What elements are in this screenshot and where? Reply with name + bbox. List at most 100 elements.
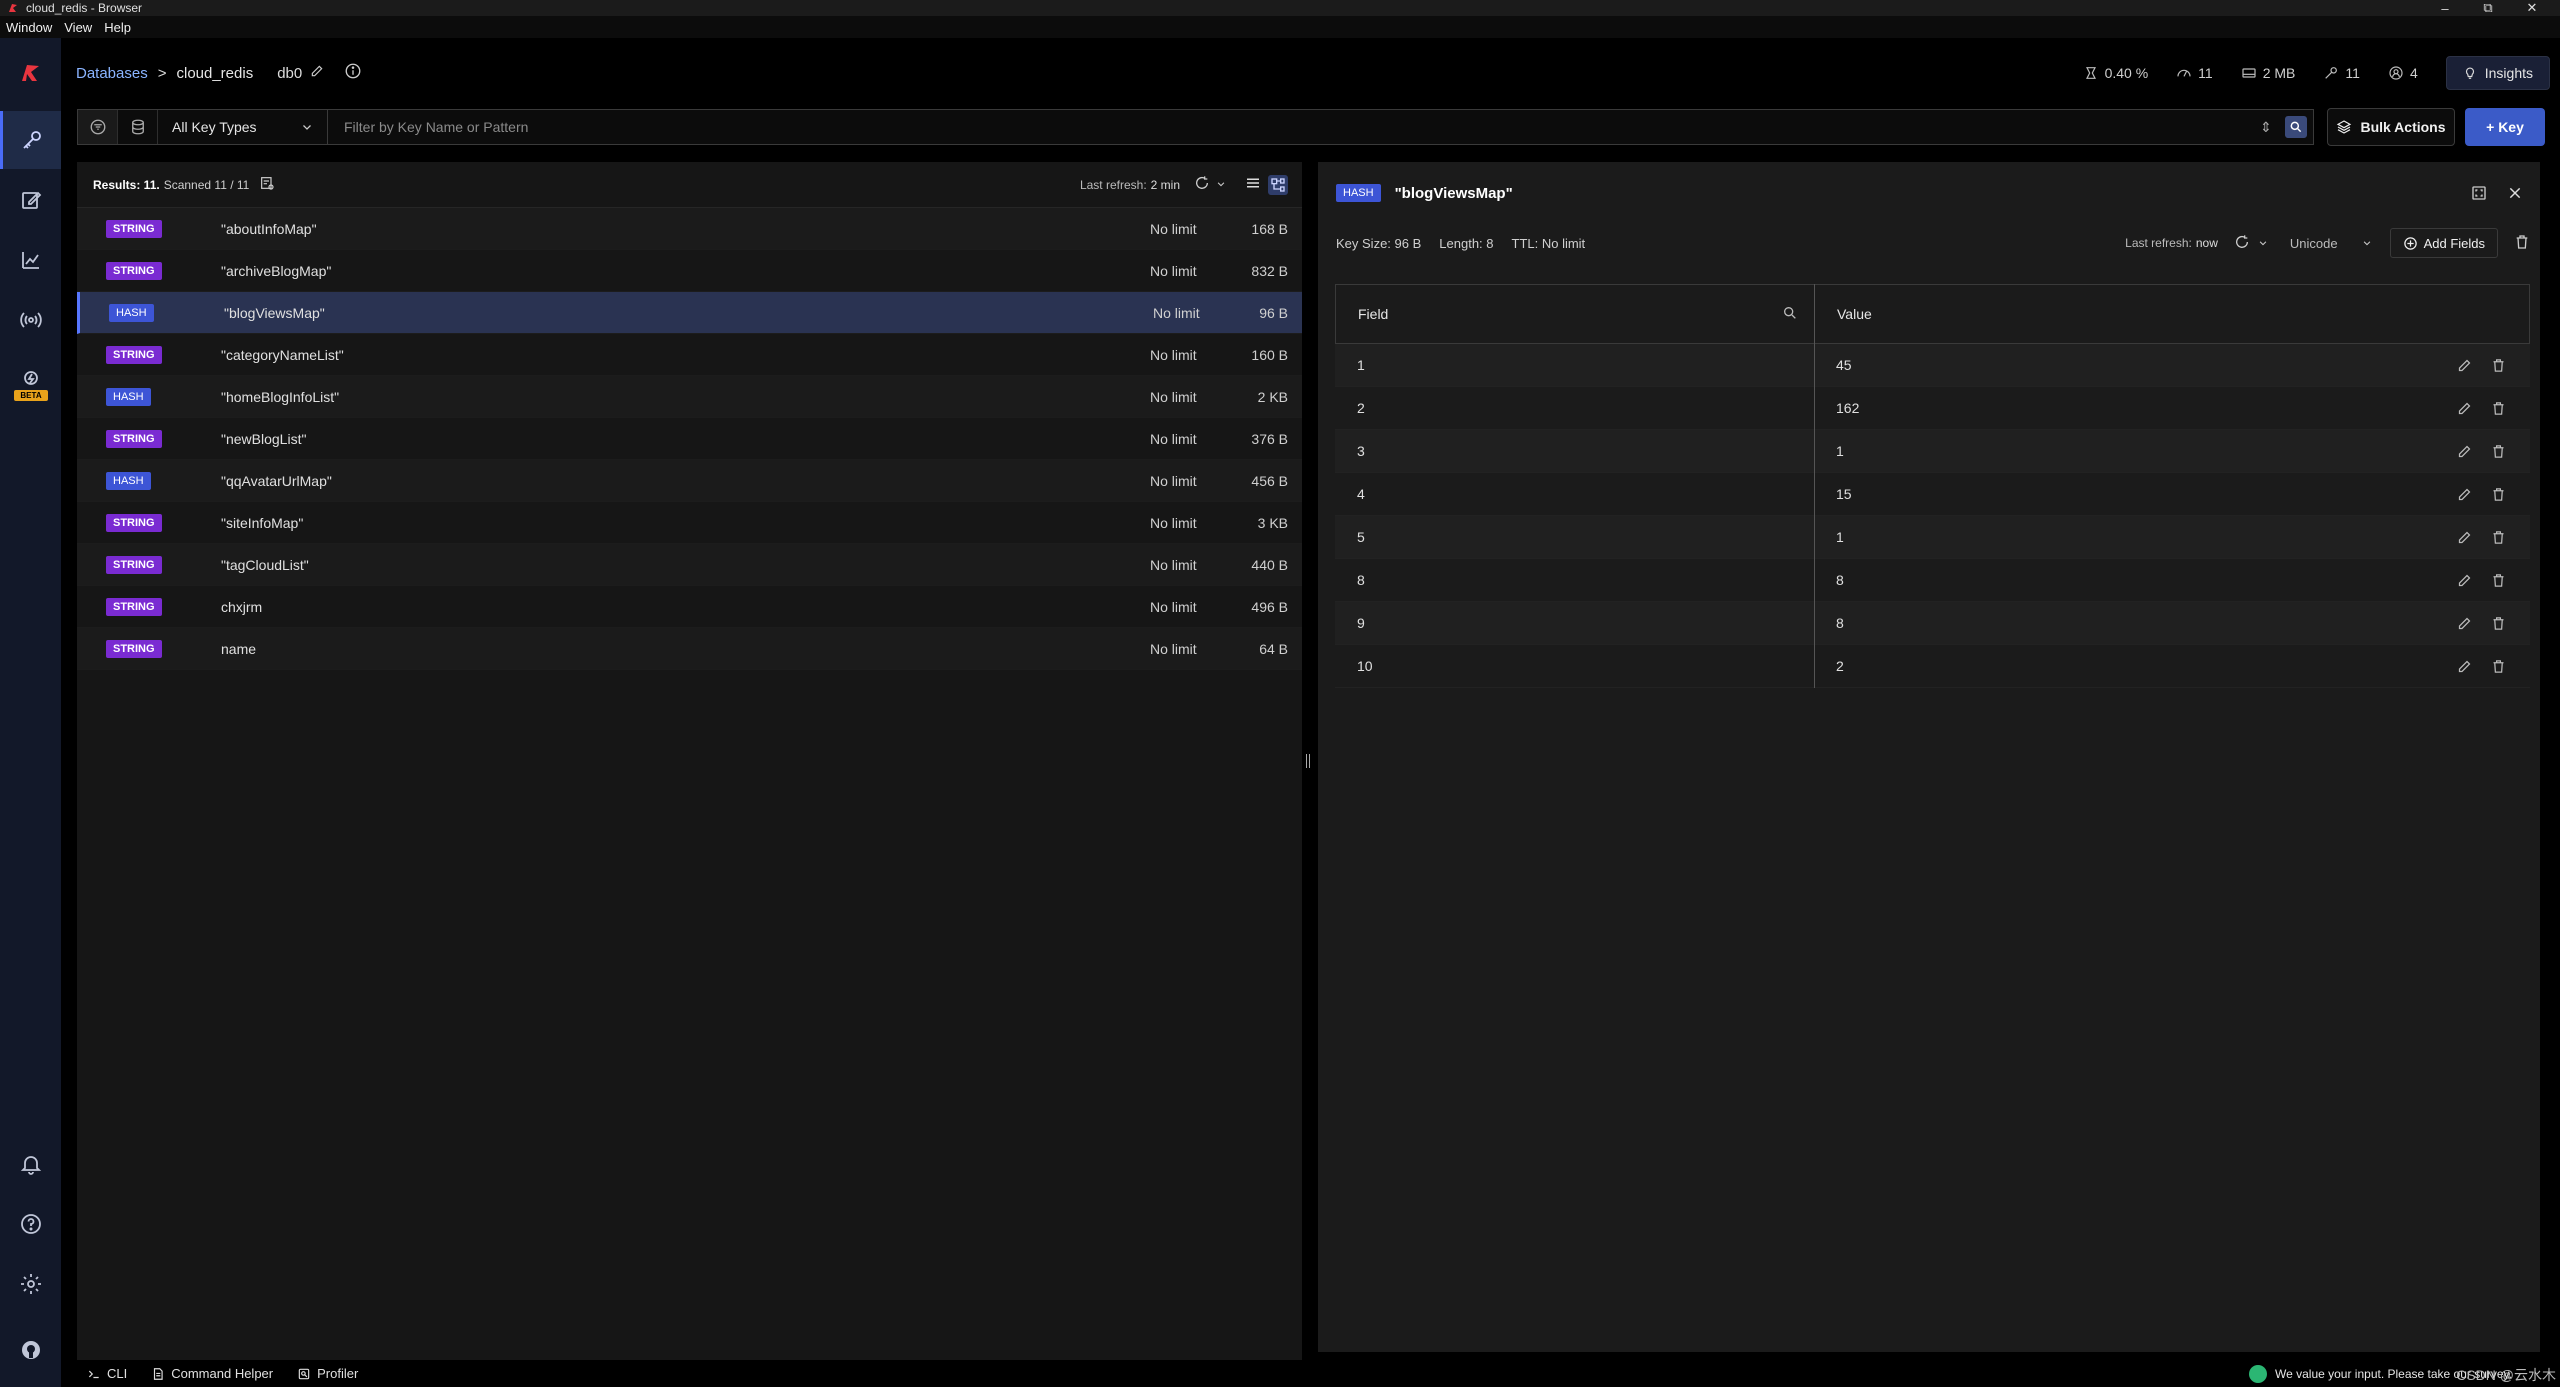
edit-field-pencil-icon[interactable] [2455,485,2473,503]
delete-field-trash-icon[interactable] [2489,399,2507,417]
key-row[interactable]: STRING "aboutInfoMap" No limit 168 B [77,208,1302,250]
column-divider[interactable] [1814,284,1815,688]
detail-last-refresh-value: now [2195,236,2218,250]
menu-help[interactable]: Help [98,20,137,35]
key-row[interactable]: STRING "archiveBlogMap" No limit 832 B [77,250,1302,292]
database-select-button[interactable] [118,110,158,144]
cpu-icon [2085,67,2096,79]
delete-field-trash-icon[interactable] [2489,485,2507,503]
cli-button[interactable]: CLI [87,1366,127,1381]
hash-field: 3 [1357,443,1365,459]
edit-field-pencil-icon[interactable] [2455,657,2473,675]
redis-logo-icon[interactable] [0,38,61,108]
delete-field-trash-icon[interactable] [2489,657,2507,675]
key-row[interactable]: STRING "tagCloudList" No limit 440 B [77,544,1302,586]
list-view-filter-button[interactable] [78,110,118,144]
bulk-actions-button[interactable]: Bulk Actions [2327,108,2455,146]
edit-field-pencil-icon[interactable] [2455,614,2473,632]
delete-field-trash-icon[interactable] [2489,571,2507,589]
auto-refresh-chevron-icon[interactable] [1216,178,1226,192]
db-info-icon[interactable] [344,62,362,84]
database-stack-icon [131,119,144,135]
key-row[interactable]: STRING name No limit 64 B [77,628,1302,670]
key-name: "categoryNameList" [221,346,344,363]
key-row[interactable]: HASH "qqAvatarUrlMap" No limit 456 B [77,460,1302,502]
delete-field-trash-icon[interactable] [2489,528,2507,546]
restore-button[interactable]: ⧉ [2468,0,2508,16]
key-row[interactable]: STRING "categoryNameList" No limit 160 B [77,334,1302,376]
breadcrumb-databases-link[interactable]: Databases [76,65,148,82]
key-name: "homeBlogInfoList" [221,388,340,405]
nav-browser-key-icon[interactable] [0,111,61,169]
delete-key-trash-icon[interactable] [2514,234,2530,253]
settings-gear-icon[interactable] [0,1255,61,1313]
edit-field-pencil-icon[interactable] [2455,528,2473,546]
database-stats: 0.40 % 11 2 MB 11 4 Insights [2083,38,2560,108]
field-search-icon[interactable] [1782,305,1798,324]
edit-field-pencil-icon[interactable] [2455,356,2473,374]
fullscreen-icon[interactable] [2468,182,2490,204]
encoding-chevron-icon[interactable] [2362,236,2372,251]
minimize-button[interactable]: – [2425,0,2465,16]
profiler-button[interactable]: Profiler [297,1366,358,1381]
key-row[interactable]: HASH "homeBlogInfoList" No limit 2 KB [77,376,1302,418]
delete-field-trash-icon[interactable] [2489,442,2507,460]
key-row[interactable]: STRING chxjrm No limit 496 B [77,586,1302,628]
key-row[interactable]: HASH "blogViewsMap" No limit 96 B [77,292,1302,334]
key-search-input[interactable] [328,110,2253,144]
sort-toggle-icon[interactable]: ⇕ [2253,119,2279,136]
nav-pubsub-broadcast-icon[interactable] [0,291,61,349]
search-submit-button[interactable] [2285,116,2307,138]
menu-window[interactable]: Window [0,20,58,35]
list-view-icon[interactable] [1244,174,1262,195]
hash-value: 2 [1836,658,1844,674]
scanned-count: Scanned 11 / 11 [163,177,250,192]
close-details-icon[interactable] [2504,182,2526,204]
menu-view[interactable]: View [58,20,98,35]
github-icon[interactable] [0,1321,61,1379]
insights-button[interactable]: Insights [2445,56,2550,90]
tree-view-icon[interactable] [1268,174,1288,195]
key-size: 160 B [1251,346,1288,363]
panel-resize-handle[interactable] [1306,754,1310,768]
refresh-icon[interactable] [1194,175,1210,194]
delete-field-trash-icon[interactable] [2489,614,2507,632]
add-key-button[interactable]: + Key [2465,108,2545,146]
key-name: "tagCloudList" [221,556,309,573]
command-helper-button[interactable]: Command Helper [151,1366,273,1381]
edit-field-pencil-icon[interactable] [2455,399,2473,417]
left-nav: BETA [0,38,61,1387]
nav-workbench-edit-icon[interactable] [0,171,61,229]
key-type-badge: HASH [106,471,151,490]
encoding-select[interactable]: Unicode [2290,236,2338,251]
add-fields-button[interactable]: Add Fields [2389,228,2498,258]
help-icon[interactable] [0,1195,61,1253]
hash-row: 4 15 [1335,473,2530,516]
edit-field-pencil-icon[interactable] [2455,442,2473,460]
edit-field-pencil-icon[interactable] [2455,571,2473,589]
delete-field-trash-icon[interactable] [2489,356,2507,374]
notifications-bell-icon[interactable] [0,1135,61,1193]
key-type-value: All Key Types [172,119,257,135]
scan-more-icon[interactable] [259,175,275,194]
key-row[interactable]: STRING "siteInfoMap" No limit 3 KB [77,502,1302,544]
detail-last-refresh-label: Last refresh: [2125,236,2192,250]
key-ttl: No limit [1150,472,1197,489]
key-name[interactable]: "blogViewsMap" [1395,185,1513,202]
edit-db-pencil-icon[interactable] [310,64,324,82]
value-column-header: Value [1837,306,1872,322]
keys-list-header: Results: 11. Scanned 11 / 11 Last refres… [77,162,1302,208]
hash-value: 8 [1836,615,1844,631]
detail-auto-refresh-chevron-icon[interactable] [2258,236,2268,251]
nav-analysis-chart-icon[interactable] [0,231,61,289]
hash-value: 162 [1836,400,1860,416]
keys-list-tools: Last refresh: 2 min [1080,174,1288,195]
stat-ops: 11 [2176,65,2213,81]
key-ttl[interactable]: TTL: No limit [1512,236,1586,251]
key-row[interactable]: STRING "newBlogList" No limit 376 B [77,418,1302,460]
key-type-select[interactable]: All Key Types [158,110,328,144]
key-size: 496 B [1251,598,1288,615]
cli-label: CLI [107,1366,128,1381]
detail-refresh-icon[interactable] [2234,234,2250,253]
close-window-button[interactable]: ✕ [2512,0,2552,16]
